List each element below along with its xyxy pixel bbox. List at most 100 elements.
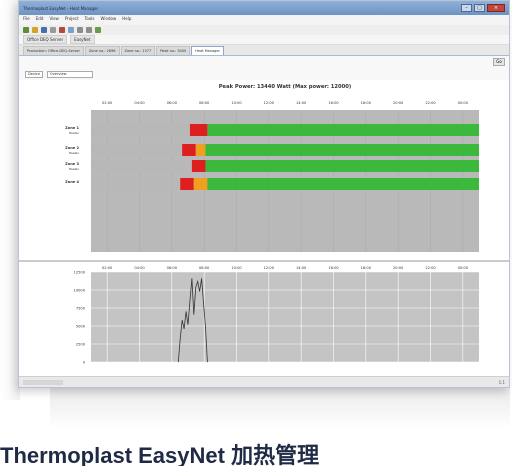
minimize-button[interactable]: – — [461, 4, 472, 12]
chart-title: Peak Power: 13440 Watt (Max power: 12000… — [219, 84, 351, 90]
power-data-point — [195, 286, 197, 288]
go-button[interactable]: Go — [493, 58, 505, 66]
status-segment-warning — [193, 178, 208, 190]
left-shadow — [0, 0, 20, 400]
zoom-out-icon[interactable] — [86, 27, 92, 33]
maximize-button[interactable]: □ — [474, 4, 485, 12]
close-button[interactable]: × — [487, 4, 505, 12]
power-x-tick-label: 04:00 — [134, 266, 145, 270]
power-x-tick-label: 10:00 — [231, 266, 242, 270]
tab-zone-2896[interactable]: Zone no.: 2896 — [84, 46, 120, 55]
power-data-point — [197, 281, 198, 282]
play-icon[interactable] — [95, 27, 101, 33]
sub-toolbar: Go — [19, 56, 509, 68]
power-data-point — [199, 291, 200, 292]
address-tab-easynet[interactable]: EasyNet — [70, 35, 95, 44]
menu-project[interactable]: Project — [65, 16, 79, 24]
zone-row-sublabel: Heater — [69, 131, 80, 135]
screenshot-stage: Thermoplast EasyNet - Heat Manager – □ ×… — [0, 0, 512, 466]
status-x-tick-label: 00:00 — [458, 101, 469, 105]
zone-row-sublabel: Heater — [69, 167, 80, 171]
power-plot-background — [91, 272, 479, 362]
power-data-point — [203, 302, 204, 304]
status-segment-ok — [207, 124, 479, 136]
status-segment-alarm — [191, 160, 206, 172]
document-tabs: Production: Office-DEQ-Server Zone no.: … — [19, 45, 509, 56]
power-x-tick-label: 02:00 — [102, 266, 113, 270]
application-window: Thermoplast EasyNet - Heat Manager – □ ×… — [18, 0, 510, 388]
status-x-tick-label: 18:00 — [361, 101, 372, 105]
open-icon[interactable] — [32, 27, 38, 33]
print-icon[interactable] — [50, 27, 56, 33]
zone-row-label: Zone 1 — [65, 126, 79, 130]
filter-bar: Device Overview — [19, 68, 509, 80]
power-data-point — [205, 327, 206, 328]
power-data-point — [185, 311, 187, 312]
menu-help[interactable]: Help — [122, 16, 131, 24]
chart-area: Peak Power: 13440 Watt (Max power: 12000… — [19, 80, 509, 377]
status-bar: 1:1 — [19, 376, 509, 387]
power-y-tick-label: 5000 — [76, 325, 86, 329]
status-progress — [23, 379, 63, 385]
zone-row-sublabel: Heater — [69, 151, 80, 155]
power-y-tick-label: 0 — [83, 361, 86, 365]
zone-row-label: Zone 4 — [65, 180, 79, 184]
tab-peak[interactable]: Peak no.: 3000 — [156, 46, 191, 55]
status-segment-ok — [207, 178, 479, 190]
status-segment-alarm — [182, 144, 196, 156]
stop-icon[interactable] — [59, 27, 65, 33]
tab-zone-1377[interactable]: Zone no.: 1377 — [120, 46, 156, 55]
status-zoom: 1:1 — [498, 379, 505, 385]
power-y-tick-label: 10000 — [74, 289, 86, 293]
new-icon[interactable] — [23, 27, 29, 33]
save-icon[interactable] — [41, 27, 47, 33]
menu-tools[interactable]: Tools — [85, 16, 95, 24]
power-y-tick-label: 12500 — [74, 271, 86, 275]
status-x-tick-label: 06:00 — [167, 101, 178, 105]
power-data-point — [179, 338, 181, 340]
power-data-point — [178, 361, 179, 363]
status-segment-alarm — [180, 178, 194, 190]
zone-row-label: Zone 3 — [65, 162, 79, 166]
power-data-point — [193, 314, 195, 315]
window-title: Thermoplast EasyNet - Heat Manager — [23, 5, 99, 11]
status-x-tick-label: 08:00 — [199, 101, 210, 105]
power-data-point — [189, 301, 191, 302]
caption-text: Thermoplast EasyNet 加热管理 — [0, 443, 320, 466]
device-select[interactable]: Device — [25, 70, 43, 78]
mode-select[interactable]: Overview — [46, 70, 93, 78]
power-data-point — [181, 319, 183, 321]
status-x-tick-label: 02:00 — [102, 101, 113, 105]
tab-heat-manager[interactable]: Heat Manager — [191, 46, 224, 55]
power-x-tick-label: 06:00 — [167, 266, 178, 270]
menu-view[interactable]: View — [49, 16, 59, 24]
zoom-in-icon[interactable] — [77, 27, 83, 33]
status-segment-off — [91, 124, 190, 136]
power-data-point — [183, 328, 185, 330]
status-x-tick-label: 16:00 — [328, 101, 339, 105]
refresh-icon[interactable] — [68, 27, 74, 33]
menu-file[interactable]: File — [23, 16, 30, 24]
charts-svg: Peak Power: 13440 Watt (Max power: 12000… — [19, 84, 509, 365]
power-x-tick-label: 16:00 — [328, 266, 339, 270]
status-segment-off — [91, 178, 181, 190]
power-x-tick-label: 20:00 — [393, 266, 404, 270]
status-x-tick-label: 14:00 — [296, 101, 307, 105]
window-reflection — [50, 388, 510, 428]
address-tab-server[interactable]: Office DEQ Server — [23, 35, 68, 44]
menu-edit[interactable]: Edit — [36, 16, 44, 24]
window-controls: – □ × — [461, 4, 505, 12]
status-segment-alarm — [189, 124, 208, 136]
title-bar: Thermoplast EasyNet - Heat Manager – □ × — [19, 1, 509, 15]
status-segment-off — [91, 160, 192, 172]
status-x-tick-label: 10:00 — [231, 101, 242, 105]
status-segment-ok — [205, 160, 479, 172]
power-x-tick-label: 08:00 — [199, 266, 210, 270]
menu-window[interactable]: Window — [101, 16, 117, 24]
status-x-tick-label: 20:00 — [393, 101, 404, 105]
status-x-tick-label: 12:00 — [264, 101, 275, 105]
power-y-tick-label: 2500 — [76, 343, 86, 347]
tab-production[interactable]: Production: Office-DEQ-Server — [23, 46, 84, 55]
power-x-tick-label: 14:00 — [296, 266, 307, 270]
status-x-tick-label: 22:00 — [425, 101, 436, 105]
